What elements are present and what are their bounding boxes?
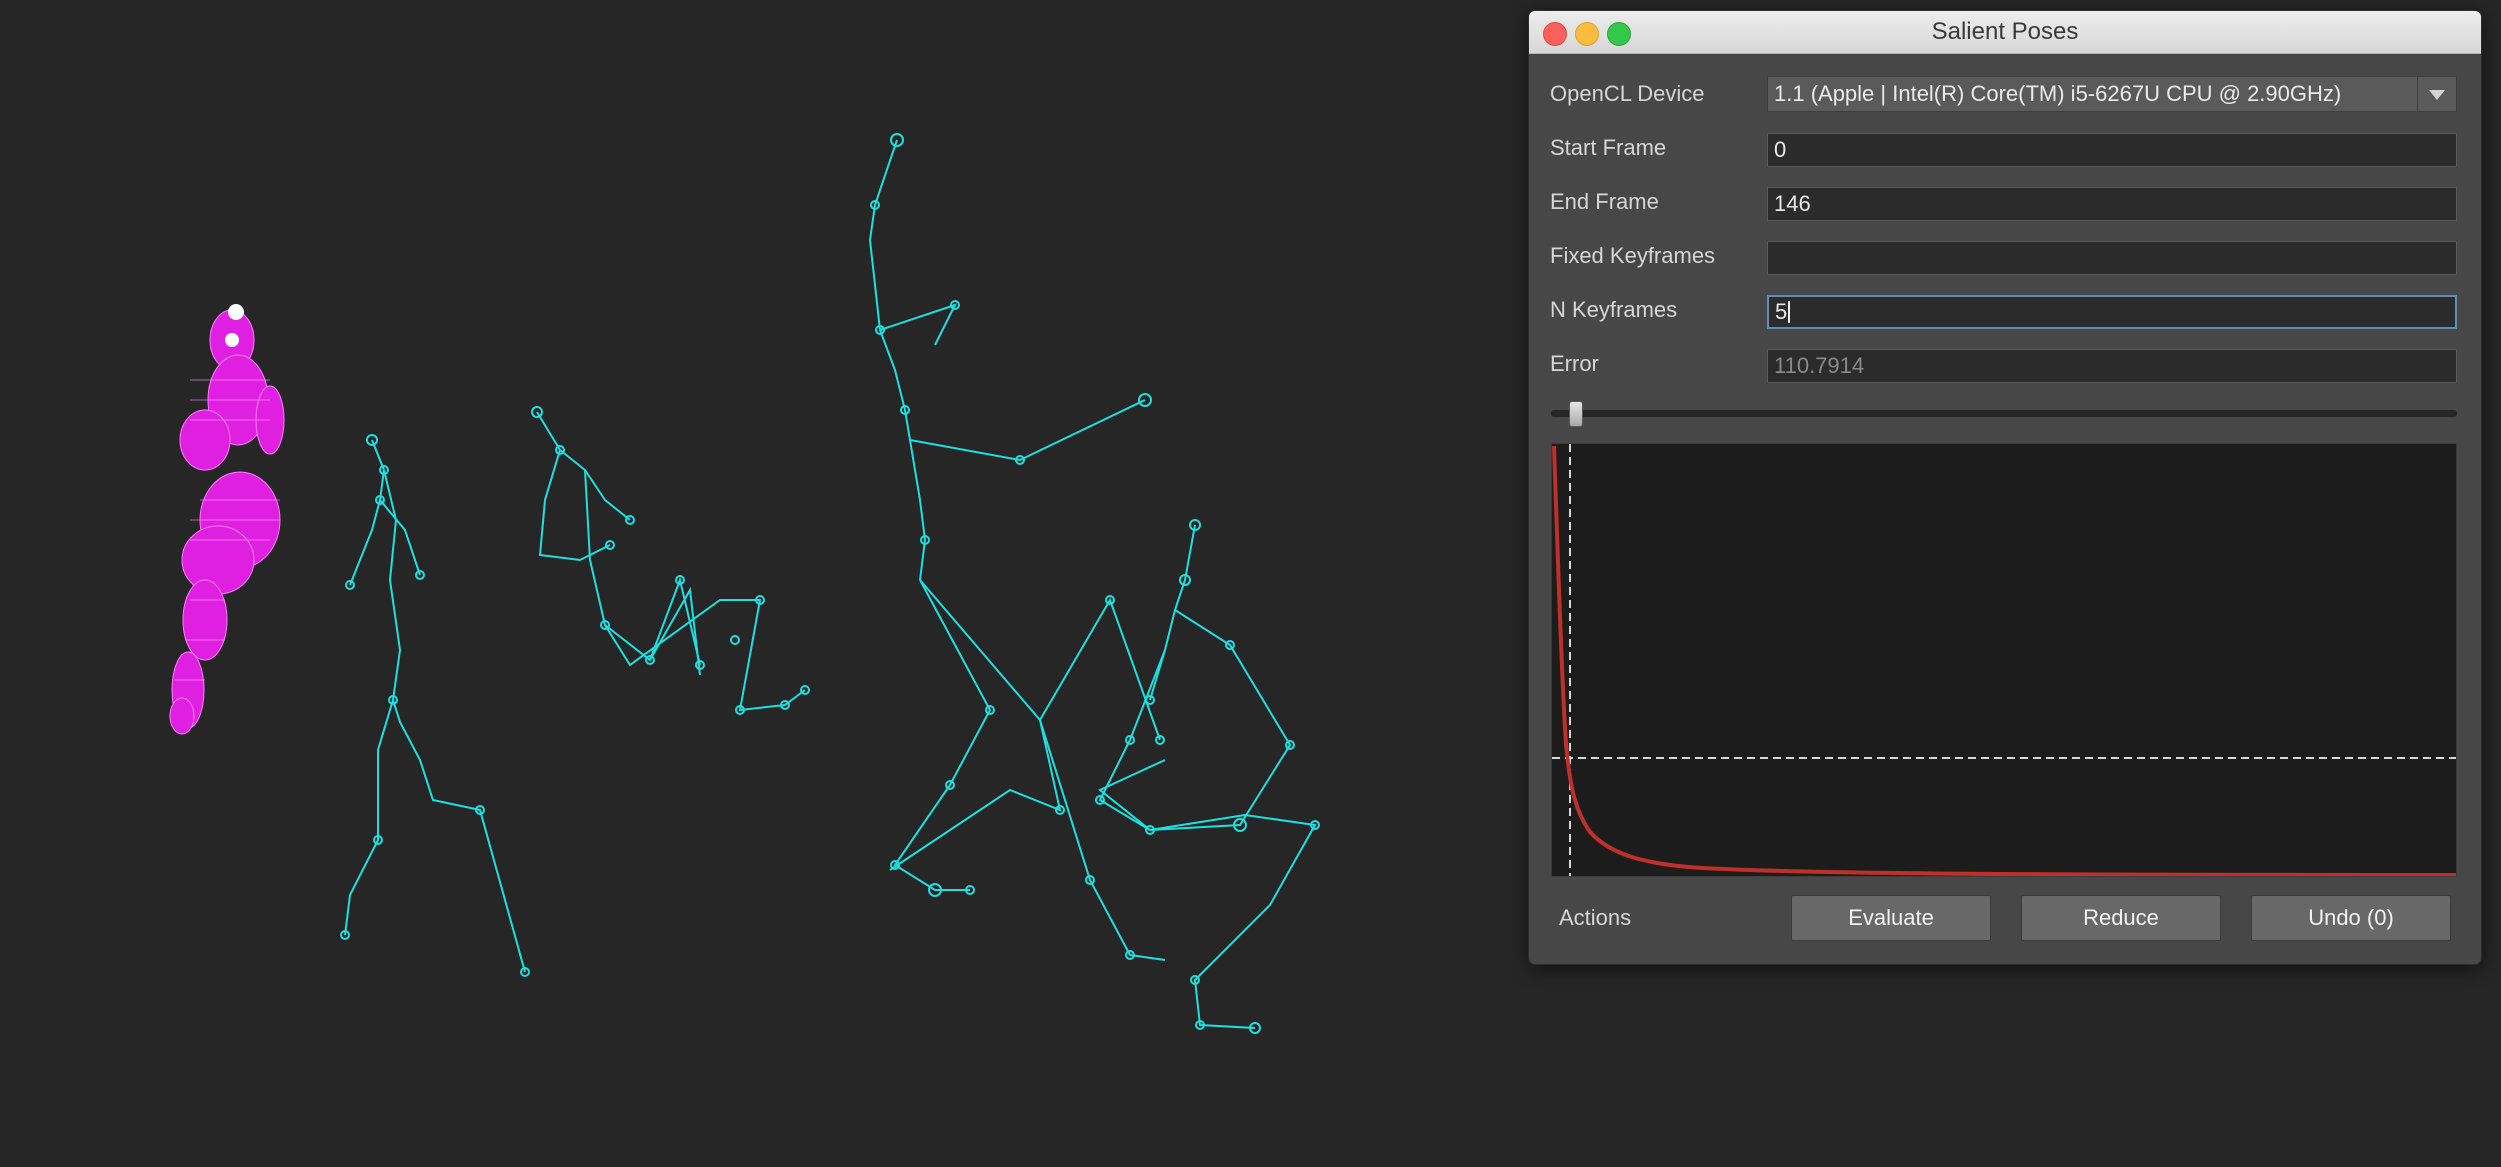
skeleton-pose-4 xyxy=(1095,519,1320,1034)
salient-poses-window: Salient Poses OpenCL Device 1.1 (Apple |… xyxy=(1528,10,2482,965)
undo-button[interactable]: Undo (0) xyxy=(2251,895,2451,941)
skeleton-pose-3 xyxy=(868,133,1166,961)
n-keyframes-label: N Keyframes xyxy=(1550,297,1678,322)
end-frame-label: End Frame xyxy=(1550,189,1659,214)
error-value: 110.7914 xyxy=(1774,353,1865,378)
keyframe-slider-track[interactable] xyxy=(1551,410,2457,417)
start-frame-label: Start Frame xyxy=(1550,135,1667,160)
error-label: Error xyxy=(1550,351,1599,376)
keyframe-slider-handle[interactable] xyxy=(1568,401,1583,427)
start-frame-field[interactable]: 0 xyxy=(1767,133,2457,167)
end-frame-field[interactable]: 146 xyxy=(1767,187,2457,221)
error-curve-plot xyxy=(1551,443,2457,877)
reduce-button[interactable]: Reduce xyxy=(2021,895,2221,941)
opencl-device-label: OpenCL Device xyxy=(1550,81,1705,106)
skeleton-pose-1 xyxy=(340,434,530,977)
error-field: 110.7914 xyxy=(1767,349,2457,383)
error-curve-svg xyxy=(1552,444,2457,877)
actions-label: Actions xyxy=(1559,905,1632,930)
n-keyframes-field[interactable]: 5 xyxy=(1767,295,2457,329)
error-curve xyxy=(1552,445,2457,877)
fixed-keyframes-label: Fixed Keyframes xyxy=(1550,243,1716,268)
text-caret xyxy=(1788,301,1791,323)
start-frame-value: 0 xyxy=(1774,137,1787,162)
evaluate-button[interactable]: Evaluate xyxy=(1791,895,1991,941)
skeleton-pose-2 xyxy=(531,406,810,715)
n-keyframes-value: 5 xyxy=(1775,299,1788,324)
window-title: Salient Poses xyxy=(1931,18,2079,45)
character-mesh xyxy=(169,309,285,735)
pose-canvas xyxy=(169,133,1320,1034)
dropdown-arrow-icon[interactable] xyxy=(2417,77,2456,111)
window-titlebar[interactable]: Salient Poses xyxy=(1529,11,2481,54)
fixed-keyframes-field[interactable] xyxy=(1767,241,2457,275)
end-frame-value: 146 xyxy=(1774,191,1811,216)
opencl-device-select[interactable]: 1.1 (Apple | Intel(R) Core(TM) i5-6267U … xyxy=(1767,76,2457,112)
opencl-device-value: 1.1 (Apple | Intel(R) Core(TM) i5-6267U … xyxy=(1774,81,2342,106)
